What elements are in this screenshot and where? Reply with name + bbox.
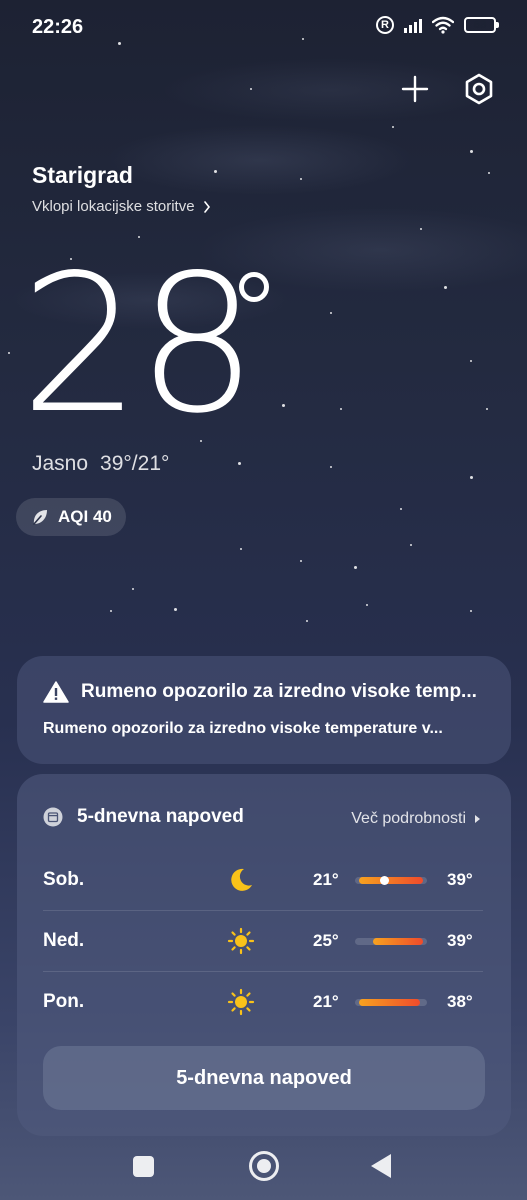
star [8,352,10,354]
star [392,126,394,128]
alert-title: Rumeno opozorilo za izredno visoke temp.… [81,681,477,702]
temperature-value: 28 [20,234,258,455]
star [444,286,447,289]
forecast-high: 39° [447,870,473,889]
status-time: 22:26 [32,16,84,38]
alert-body: Rumeno opozorilo za izredno visoke tempe… [43,720,443,737]
forecast-header: 5-dnevna napoved [43,806,244,828]
registered-icon: R [376,16,394,34]
calendar-icon [43,807,63,827]
back-button[interactable] [371,1154,391,1178]
current-temperature: 28 [20,250,258,440]
plus-icon [401,75,429,103]
more-details-link[interactable]: Več podrobnosti [351,810,481,828]
forecast-high: 39° [447,931,473,950]
star [110,610,112,612]
star [300,560,302,562]
star [470,150,473,153]
temperature-range-fill [373,937,424,945]
signal-icon [404,17,422,33]
star [470,476,473,479]
forecast-low: 21° [313,992,339,1011]
city-name: Starigrad [32,162,133,188]
forecast-row[interactable]: Pon. 21° 38° [43,972,483,1032]
current-temperature-marker [379,875,389,885]
five-day-forecast-button[interactable]: 5-dnevna napoved [43,1046,485,1110]
star [354,566,357,569]
forecast-high: 38° [447,992,473,1011]
temperature-range-bar [355,875,427,885]
star [238,462,241,465]
status-icons: R 68 [376,16,499,34]
star [470,360,472,362]
condition-row: Jasno 39°/21° [32,452,169,476]
star [366,604,368,606]
battery-level: 68 [473,19,487,31]
more-details-label: Več podrobnosti [351,810,466,827]
forecast-low: 25° [313,931,339,950]
star [240,548,242,550]
condition-text: Jasno [32,452,89,475]
alert-title-row: Rumeno opozorilo za izredno visoke temp.… [43,680,493,704]
aqi-badge[interactable]: AQI 40 [16,498,126,536]
forecast-low: 21° [313,870,339,889]
gear-icon [465,73,493,105]
star [282,404,285,407]
star [250,88,252,90]
location-link-label: Vklopi lokacijske storitve [32,198,195,215]
home-button[interactable] [249,1151,279,1181]
add-city-button[interactable] [398,72,432,106]
caret-right-icon [475,815,480,823]
forecast-row[interactable]: Ned. 25° 39° [43,911,483,972]
weather-alert-card[interactable]: Rumeno opozorilo za izredno visoke temp.… [17,656,511,764]
forecast-day: Sob. [43,869,85,890]
star [470,610,472,612]
chevron-right-icon [203,200,210,213]
star [420,228,422,230]
leaf-icon [33,510,47,525]
warning-icon [43,681,69,703]
navigation-bar [0,1140,527,1200]
star [340,408,342,410]
star [300,178,302,180]
status-bar: 22:26 R 68 [0,0,527,56]
star [174,608,177,611]
forecast-card: 5-dnevna napoved Več podrobnosti Sob. 21… [17,774,511,1136]
temperature-range-fill [358,998,420,1006]
recent-apps-button[interactable] [133,1156,154,1177]
battery-icon: 68 [464,17,499,33]
star [488,172,490,174]
star [410,544,412,546]
star [486,408,488,410]
star [330,466,332,468]
forecast-day: Pon. [43,991,85,1012]
sun-icon [227,988,255,1016]
temperature-range-bar [355,998,427,1006]
star [306,620,308,622]
forecast-row[interactable]: Sob. 21° 39° [43,850,483,911]
star [330,312,332,314]
star [400,508,402,510]
temperature-range-fill [358,876,424,884]
degree-symbol [239,272,269,302]
settings-button[interactable] [460,70,498,108]
star [214,170,217,173]
location-services-link[interactable]: Vklopi lokacijske storitve [32,198,211,215]
forecast-title: 5-dnevna napoved [77,806,244,827]
forecast-day: Ned. [43,930,85,951]
sun-icon [227,927,255,955]
high-low-text: 39°/21° [100,452,170,475]
aqi-label: AQI 40 [58,507,112,526]
moon-icon [231,868,252,891]
wifi-icon [432,16,454,34]
star [132,588,134,590]
temperature-range-bar [355,937,427,945]
